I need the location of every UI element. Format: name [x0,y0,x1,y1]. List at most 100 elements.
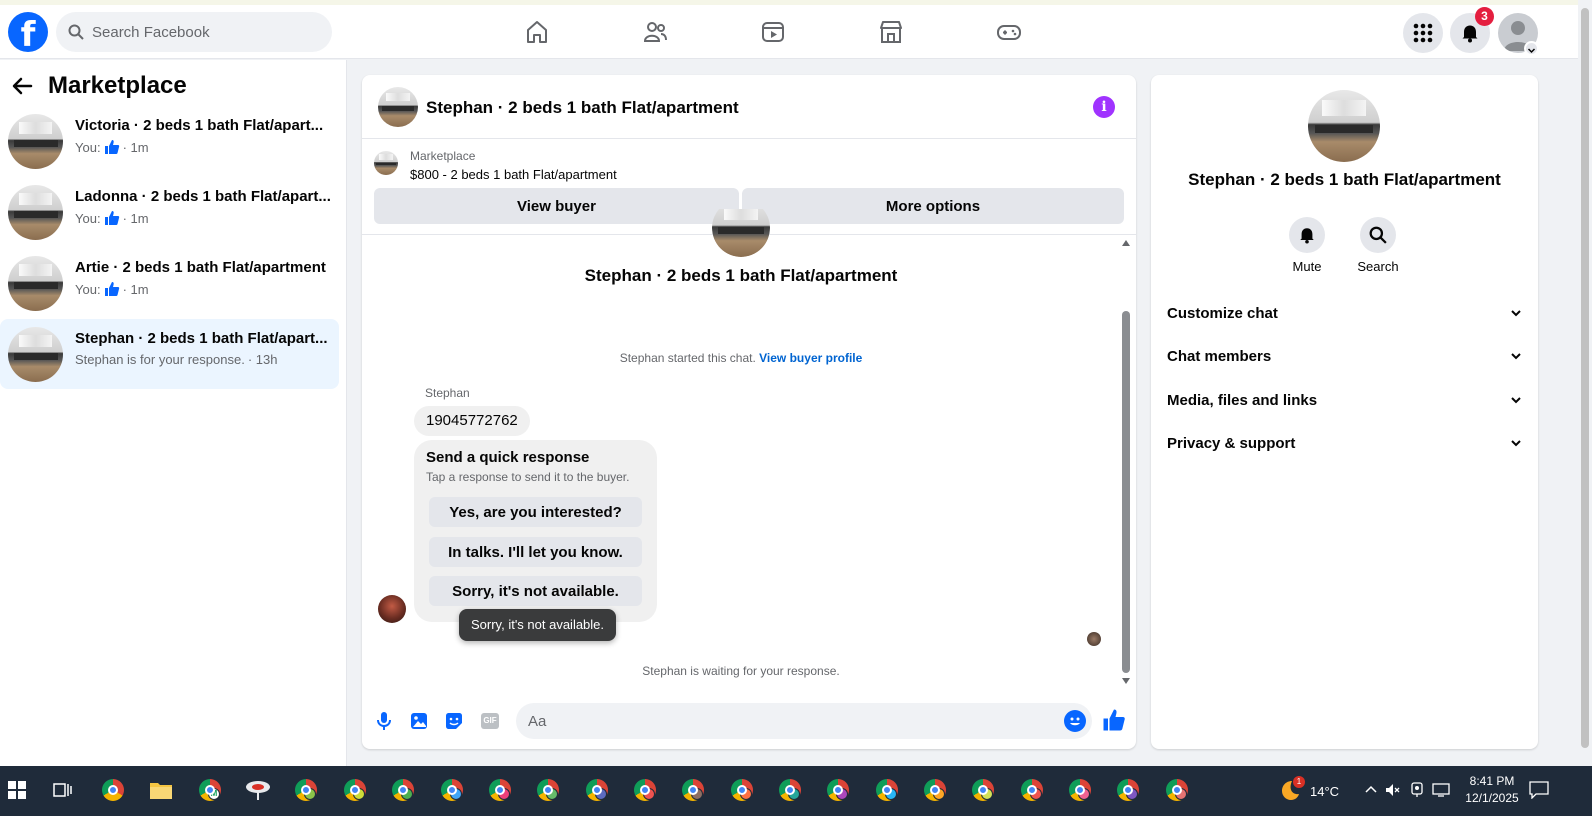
view-buyer-profile-link[interactable]: View buyer profile [759,351,862,365]
chrome-profile-icon[interactable] [920,775,950,805]
chat-profile-thumbnail [712,209,770,257]
network-icon[interactable] [1426,775,1456,805]
view-buyer-button[interactable]: View buyer [374,188,739,224]
chat-details-thumbnail[interactable] [1308,90,1380,162]
mute-button[interactable]: Mute [1277,217,1337,274]
friends-icon[interactable] [640,17,670,47]
section-label: Chat members [1167,347,1272,365]
message-bubble[interactable]: 19045772762 [414,406,530,436]
chrome-profile-icon[interactable] [823,775,853,805]
chat-members-section[interactable]: Chat members [1167,341,1522,371]
facebook-logo[interactable]: f [8,12,48,52]
chrome-profile-icon[interactable] [582,775,612,805]
page-scroll-thumb[interactable] [1581,8,1589,748]
clock-time[interactable]: 8:41 PM [1460,774,1524,788]
conversation-item-active[interactable]: Stephan · 2 beds 1 bath Flat/apart... St… [0,319,339,389]
gif-icon[interactable]: GIF [480,711,500,731]
clock-date[interactable]: 12/1/2025 [1460,791,1524,805]
file-explorer-icon[interactable] [146,775,176,805]
chrome-profile-icon[interactable] [1065,775,1095,805]
preview-prefix: You: [75,210,101,226]
microphone-icon[interactable] [374,711,394,731]
chrome-profile-icon[interactable] [727,775,757,805]
page-scrollbar[interactable] [1578,0,1592,766]
listing-price[interactable]: $800 - 2 beds 1 bath Flat/apartment [410,167,617,182]
section-label: Customize chat [1167,304,1278,322]
scroll-down-arrow[interactable] [1122,678,1130,684]
sender-avatar[interactable] [378,595,406,623]
chrome-profile-icon[interactable] [291,775,321,805]
weather-moon-icon[interactable]: 1 [1275,775,1305,805]
media-files-links-section[interactable]: Media, files and links [1167,385,1522,415]
message-input[interactable] [516,703,1092,739]
chrome-gmail-icon[interactable]: M [195,775,225,805]
weather-temperature[interactable]: 14°C [1310,784,1339,799]
chrome-profile-icon[interactable] [630,775,660,805]
chat-scroll-thumb[interactable] [1122,311,1130,673]
chrome-profile-icon[interactable] [678,775,708,805]
emoji-icon[interactable] [1064,710,1086,732]
account-chevron[interactable] [1524,41,1539,56]
chrome-profile-icon[interactable] [775,775,805,805]
preview-time: · 1m [122,139,149,155]
thumbs-up-icon[interactable] [1102,708,1128,734]
chrome-profile-icon[interactable] [533,775,563,805]
chat-header-title[interactable]: Stephan · 2 beds 1 bath Flat/apartment [426,98,739,118]
preview-time: · 1m [122,210,149,226]
chrome-profile-icon[interactable] [340,775,370,805]
back-arrow-icon[interactable] [10,74,34,98]
notifications-center-icon[interactable] [1524,775,1554,805]
quick-response-in-talks[interactable]: In talks. I'll let you know. [429,537,642,567]
windows-start-icon[interactable] [2,775,32,805]
chrome-icon[interactable] [98,775,128,805]
chevron-down-icon [1511,353,1521,360]
chevron-down-icon [1527,48,1536,54]
windows-taskbar: M 1 14°C 8:41 PM 12/1/2025 [0,766,1592,816]
quick-response-subtitle: Tap a response to send it to the buyer. [426,470,630,484]
preview-prefix: Stephan is for your response. [75,352,245,367]
menu-grid-button[interactable] [1403,13,1443,53]
chrome-profile-icon[interactable] [968,775,998,805]
video-icon[interactable] [758,17,788,47]
marketplace-label: Marketplace [410,149,476,163]
started-text: Stephan started this chat. [619,351,756,365]
scroll-up-arrow[interactable] [1122,240,1130,246]
sticker-icon[interactable] [444,711,464,731]
chrome-profile-icon[interactable] [437,775,467,805]
chat-scrollbar[interactable] [1120,238,1132,688]
marketplace-icon[interactable] [876,17,906,47]
gaming-icon[interactable] [994,17,1024,47]
more-options-button[interactable]: More options [742,188,1124,224]
notifications-button[interactable]: 3 [1450,7,1494,53]
search-chat-button[interactable]: Search [1348,217,1408,274]
chat-window: Stephan · 2 beds 1 bath Flat/apartment i… [362,75,1136,749]
gmail-letter: M [208,788,220,800]
home-icon[interactable] [522,17,552,47]
chrome-profile-icon[interactable] [1162,775,1192,805]
photo-icon[interactable] [409,711,429,731]
chat-header-thumbnail[interactable] [378,87,418,127]
preview-time: · 1m [122,281,149,297]
chrome-profile-icon[interactable] [1113,775,1143,805]
chrome-profile-icon[interactable] [1017,775,1047,805]
notification-badge: 3 [1475,7,1494,26]
quick-response-interested[interactable]: Yes, are you interested? [429,497,642,527]
chrome-profile-icon[interactable] [872,775,902,805]
quick-response-not-available[interactable]: Sorry, it's not available. [429,576,642,606]
privacy-support-section[interactable]: Privacy & support [1167,428,1522,458]
quick-response-card: Send a quick response Tap a response to … [414,440,657,622]
search-input[interactable] [92,23,312,41]
customize-chat-section[interactable]: Customize chat [1167,298,1522,328]
conversation-item[interactable]: Artie · 2 beds 1 bath Flat/apartment You… [0,248,339,318]
chrome-profile-icon[interactable] [388,775,418,805]
search-box[interactable] [56,12,332,52]
menu-grid-icon [1413,23,1433,43]
app-icon[interactable] [243,775,273,805]
conversation-preview: You: · 1m [75,281,149,297]
info-icon[interactable]: i [1093,96,1115,118]
chrome-profile-icon[interactable] [485,775,515,805]
conversation-item[interactable]: Victoria · 2 beds 1 bath Flat/apart... Y… [0,106,339,176]
conversation-item[interactable]: Ladonna · 2 beds 1 bath Flat/apart... Yo… [0,177,339,247]
task-view-icon[interactable] [48,775,78,805]
preview-prefix: You: [75,281,101,297]
